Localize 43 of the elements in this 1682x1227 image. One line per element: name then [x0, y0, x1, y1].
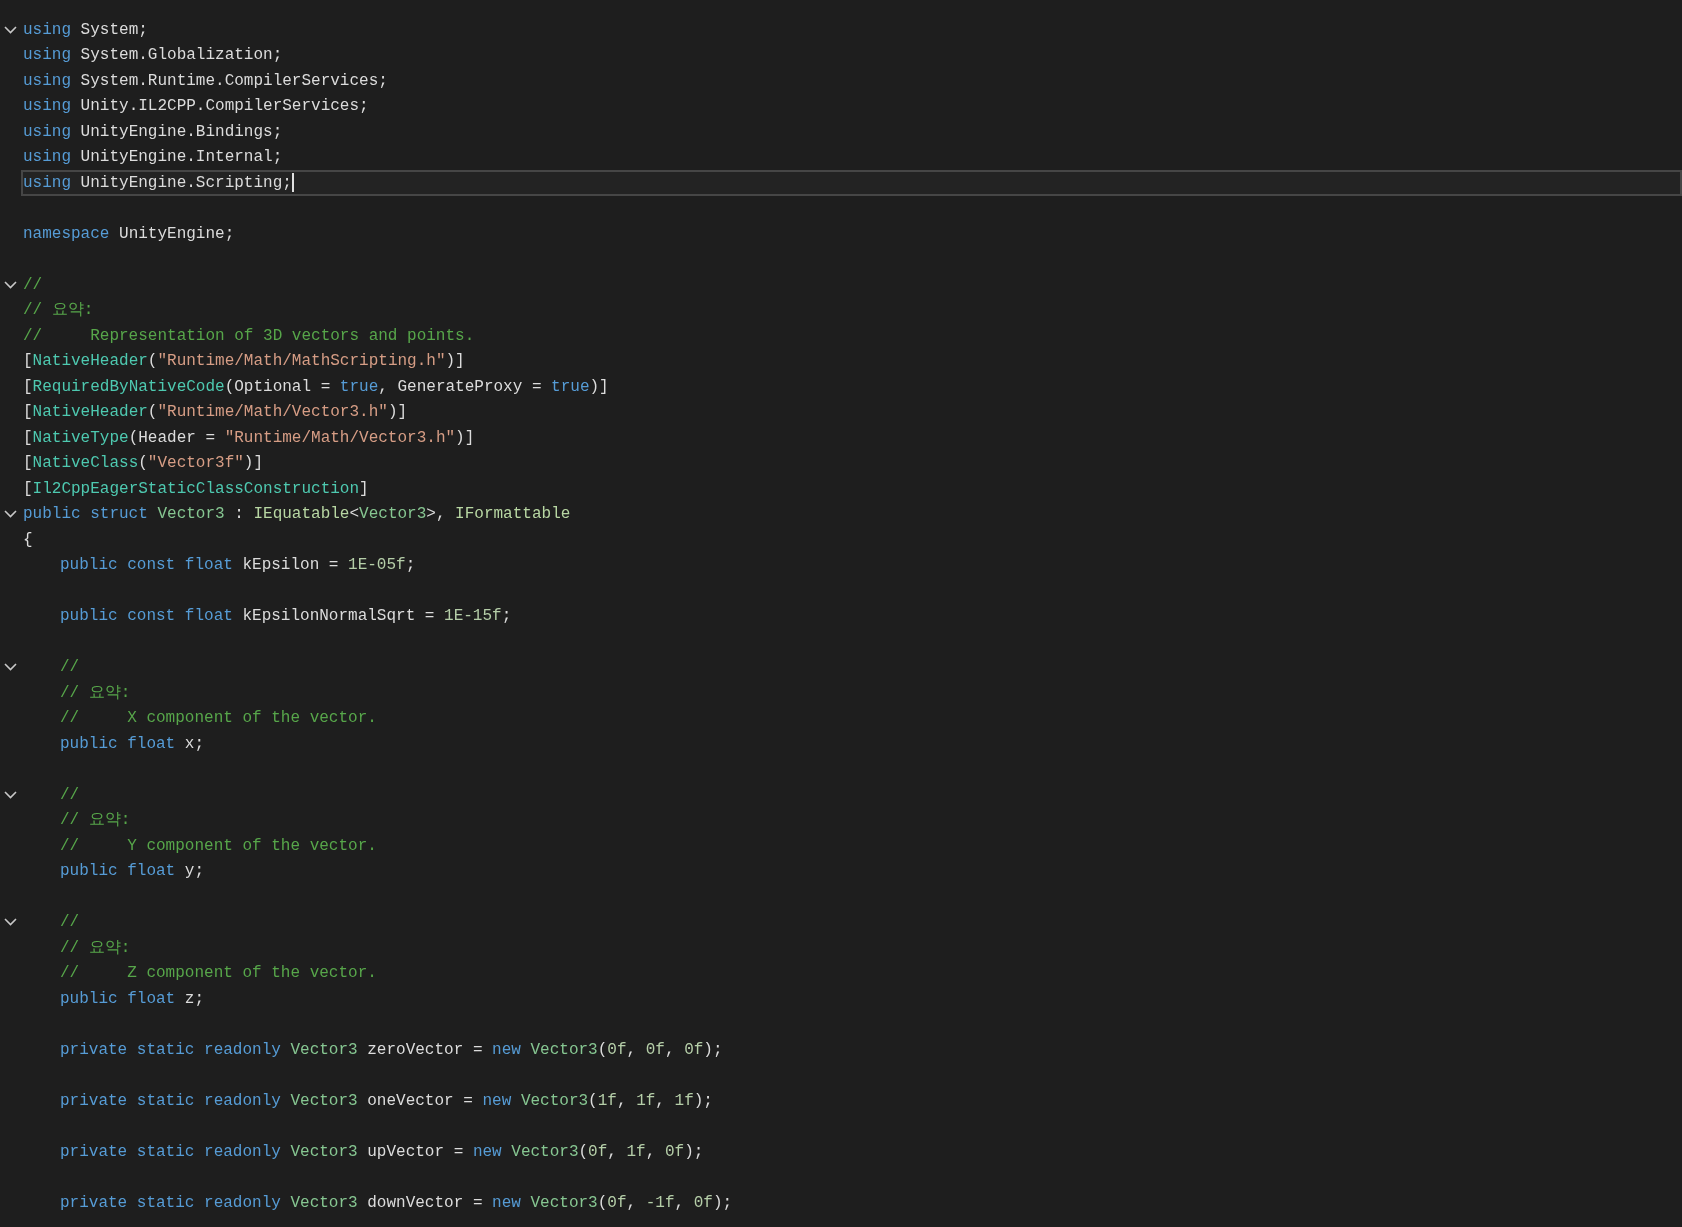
code-line: [NativeHeader("Runtime/Math/MathScripting.h")] — [22, 351, 466, 373]
code-line: // — [59, 912, 81, 934]
code-line: private static readonly Vector3 oneVector = new Vector3(1f, 1f, 1f); — [59, 1090, 714, 1112]
code-line: using System.Globalization; — [22, 45, 284, 67]
collapse-chevron-icon[interactable] — [4, 280, 17, 289]
code-line: // Y component of the vector. — [59, 835, 378, 857]
code-line: [NativeType(Header = "Runtime/Math/Vector3.h")] — [22, 427, 476, 449]
code-line: using System.Runtime.CompilerServices; — [22, 70, 389, 92]
collapse-chevron-icon[interactable] — [4, 25, 17, 34]
code-line: // 요약: — [59, 937, 132, 959]
collapse-chevron-icon[interactable] — [4, 918, 17, 927]
code-line: using System; — [22, 19, 149, 41]
code-line: { — [22, 529, 34, 551]
text-cursor — [291, 173, 294, 193]
collapse-chevron-icon[interactable] — [4, 790, 17, 799]
code-line: [NativeClass("Vector3f")] — [22, 453, 265, 475]
code-line: public float x; — [59, 733, 206, 755]
code-line: // — [59, 657, 81, 679]
code-line: // — [22, 274, 44, 296]
code-line: public struct Vector3 : IEquatable<Vector3>, IFormattable — [22, 504, 572, 526]
collapse-chevron-icon[interactable] — [4, 510, 17, 519]
code-line: [NativeHeader("Runtime/Math/Vector3.h")] — [22, 402, 409, 424]
code-line: [Il2CppEagerStaticClassConstruction] — [22, 478, 370, 500]
code-line: // Representation of 3D vectors and points. — [22, 325, 476, 347]
code-line: private static readonly Vector3 downVector = new Vector3(0f, -1f, 0f); — [59, 1192, 734, 1214]
code-line: // X component of the vector. — [59, 708, 378, 730]
code-line: using UnityEngine.Internal; — [22, 147, 284, 169]
code-line: namespace UnityEngine; — [22, 223, 236, 245]
code-line: public float z; — [59, 988, 206, 1010]
code-line: public const float kEpsilonNormalSqrt = 1E-15f; — [59, 606, 513, 628]
code-line: public float y; — [59, 861, 206, 883]
code-line: // 요약: — [22, 300, 95, 322]
code-line: // 요약: — [59, 682, 132, 704]
code-line: // — [59, 784, 81, 806]
code-line: [RequiredByNativeCode(Optional = true, GenerateProxy = true)] — [22, 376, 610, 398]
code-line: using UnityEngine.Bindings; — [22, 121, 284, 143]
code-line: private static readonly Vector3 upVector = new Vector3(0f, 1f, 0f); — [59, 1141, 705, 1163]
code-line: using Unity.IL2CPP.CompilerServices; — [22, 96, 370, 118]
collapse-chevron-icon[interactable] — [4, 663, 17, 672]
code-line: private static readonly Vector3 zeroVector = new Vector3(0f, 0f, 0f); — [59, 1039, 724, 1061]
code-line: // Z component of the vector. — [59, 963, 378, 985]
code-line: // 요약: — [59, 810, 132, 832]
code-line: public const float kEpsilon = 1E-05f; — [59, 555, 417, 577]
